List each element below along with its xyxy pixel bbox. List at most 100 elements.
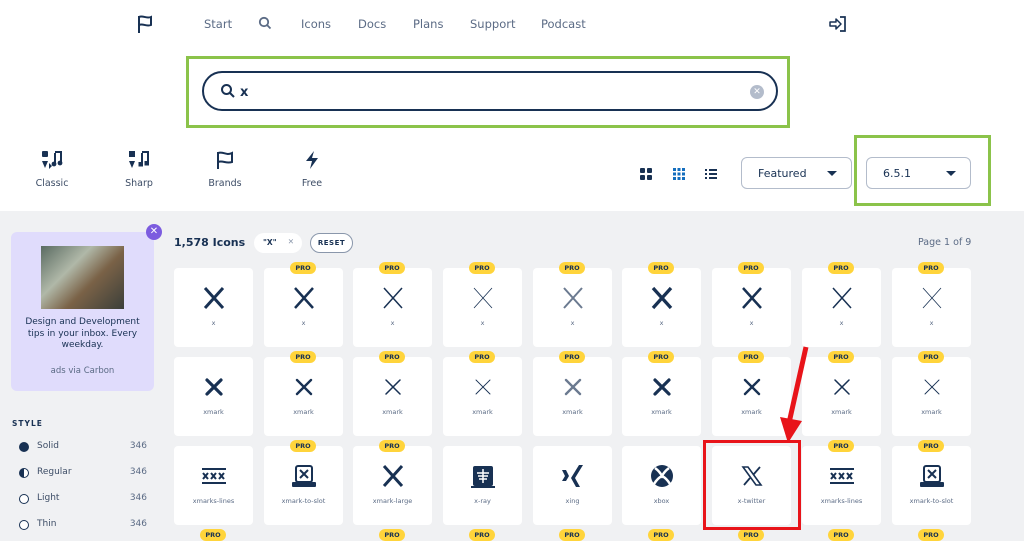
pro-badge: PRO <box>918 262 944 274</box>
nav-icons[interactable]: Icons <box>301 17 331 31</box>
icon-tile-xmark-large[interactable]: xmark-large <box>353 446 432 525</box>
icon-tile-xmarks-lines[interactable]: xmarks-lines <box>174 446 253 525</box>
carbon-ad[interactable]: Design and Development tips in your inbo… <box>11 232 154 391</box>
icon-tile-x[interactable]: x <box>622 268 701 347</box>
ad-text[interactable]: Design and Development tips in your inbo… <box>21 317 144 352</box>
remove-chip-icon[interactable]: ✕ <box>288 237 294 246</box>
style-solid[interactable]: Solid 346 <box>19 440 147 454</box>
version-select[interactable]: 6.5.1 <box>866 157 971 189</box>
icon-tile-xmark[interactable]: xmark <box>533 357 612 436</box>
icon-name: xmark <box>651 408 672 416</box>
search-bar[interactable]: ✕ <box>202 71 778 111</box>
icon-tile-x[interactable]: x <box>443 268 522 347</box>
pro-badge: PRO <box>469 262 495 274</box>
icon-name: x <box>749 319 754 327</box>
font-awesome-flag-logo[interactable] <box>137 14 153 34</box>
pro-badge: PRO <box>379 351 405 363</box>
icon-tile-x[interactable]: x <box>802 268 881 347</box>
nav-support[interactable]: Support <box>470 17 515 31</box>
family-sharp-label: Sharp <box>125 178 153 189</box>
icon-tile-xmark-to-slot[interactable]: xmark-to-slot <box>892 446 971 525</box>
sign-in-icon[interactable] <box>829 15 847 33</box>
icon-tile-x[interactable]: x <box>712 268 791 347</box>
search-icon[interactable] <box>258 16 272 30</box>
close-ad-icon[interactable]: ✕ <box>146 224 162 240</box>
icon-tile-x[interactable]: x <box>533 268 612 347</box>
xmark-icon <box>653 378 671 396</box>
pro-badge: PRO <box>559 262 585 274</box>
nav-start[interactable]: Start <box>204 17 232 31</box>
xmark-icon <box>385 379 401 395</box>
ad-image[interactable] <box>41 246 124 309</box>
xing-icon <box>562 465 583 487</box>
family-classic[interactable]: Classic <box>22 150 82 189</box>
pro-badge: PRO <box>738 351 764 363</box>
pro-badge: PRO <box>379 262 405 274</box>
icon-name: xmark <box>382 408 403 416</box>
icon-tile-x[interactable]: x <box>892 268 971 347</box>
sharp-icon <box>129 151 149 168</box>
icon-tile-xbox[interactable]: xbox <box>622 446 701 525</box>
icon-name: x <box>659 319 664 327</box>
style-regular[interactable]: Regular 346 <box>19 466 147 480</box>
icon-tile-xing[interactable]: xing <box>533 446 612 525</box>
xmark-icon <box>475 379 491 395</box>
pro-badge: PRO <box>648 529 674 541</box>
ad-via[interactable]: ads via Carbon <box>21 366 144 376</box>
style-thin[interactable]: Thin 346 <box>19 518 147 532</box>
nav-docs[interactable]: Docs <box>358 17 386 31</box>
icon-tile-x[interactable]: x <box>353 268 432 347</box>
family-sharp[interactable]: Sharp <box>109 150 169 189</box>
search-term-chip[interactable]: "X" ✕ <box>254 233 302 253</box>
icon-tile-xmark[interactable]: xmark <box>892 357 971 436</box>
xmark-to-slot-icon <box>292 465 316 487</box>
search-input[interactable] <box>240 81 720 103</box>
sort-select[interactable]: Featured <box>741 157 852 189</box>
caret-down-icon <box>827 171 837 176</box>
x-icon <box>294 287 314 309</box>
icon-tile-x[interactable]: x <box>174 268 253 347</box>
icon-tile-xmark-to-slot[interactable]: xmark-to-slot <box>264 446 343 525</box>
pro-badge: PRO <box>290 440 316 452</box>
pro-badge: PRO <box>469 529 495 541</box>
style-light[interactable]: Light 346 <box>19 492 147 506</box>
icon-tile-xmark[interactable]: xmark <box>443 357 522 436</box>
icon-tile-x[interactable]: x <box>264 268 343 347</box>
icon-name: xing <box>565 497 580 505</box>
grid-large-icon[interactable] <box>639 167 653 181</box>
icon-tile-xmark[interactable]: xmark <box>174 357 253 436</box>
icon-tile-xmark[interactable]: xmark <box>264 357 343 436</box>
x-twitter-highlight-box <box>703 440 801 530</box>
pro-badge: PRO <box>469 351 495 363</box>
nav-podcast[interactable]: Podcast <box>541 17 586 31</box>
icon-name: xmarks-lines <box>820 497 863 505</box>
icon-name: xmarks-lines <box>192 497 235 505</box>
reset-button[interactable]: RESET <box>310 233 353 253</box>
icon-name: x <box>211 319 216 327</box>
pro-badge: PRO <box>379 440 405 452</box>
icon-name: xmark <box>921 408 942 416</box>
clear-search-icon[interactable]: ✕ <box>750 85 764 99</box>
icon-tile-x-ray[interactable]: x-ray <box>443 446 522 525</box>
icon-name: x <box>301 319 306 327</box>
style-heading: STYLE <box>12 419 43 428</box>
pro-badge: PRO <box>379 529 405 541</box>
nav-plans[interactable]: Plans <box>413 17 443 31</box>
pro-badge: PRO <box>559 529 585 541</box>
icon-name: x <box>929 319 934 327</box>
icon-tile-xmarks-lines[interactable]: xmarks-lines <box>802 446 881 525</box>
icon-name: x-ray <box>474 497 491 505</box>
family-brands-label: Brands <box>208 178 242 189</box>
icon-name: x <box>480 319 485 327</box>
family-brands[interactable]: Brands <box>195 150 255 189</box>
icon-tile-xmark[interactable]: xmark <box>802 357 881 436</box>
icon-tile-xmark[interactable]: xmark <box>622 357 701 436</box>
x-icon <box>383 287 403 309</box>
solid-style-icon <box>19 442 29 452</box>
xmark-to-slot-icon <box>920 465 944 487</box>
icon-tile-xmark[interactable]: xmark <box>353 357 432 436</box>
grid-small-icon[interactable] <box>672 167 686 181</box>
x-icon <box>742 287 762 309</box>
list-view-icon[interactable] <box>704 167 718 181</box>
family-free[interactable]: Free <box>282 150 342 189</box>
